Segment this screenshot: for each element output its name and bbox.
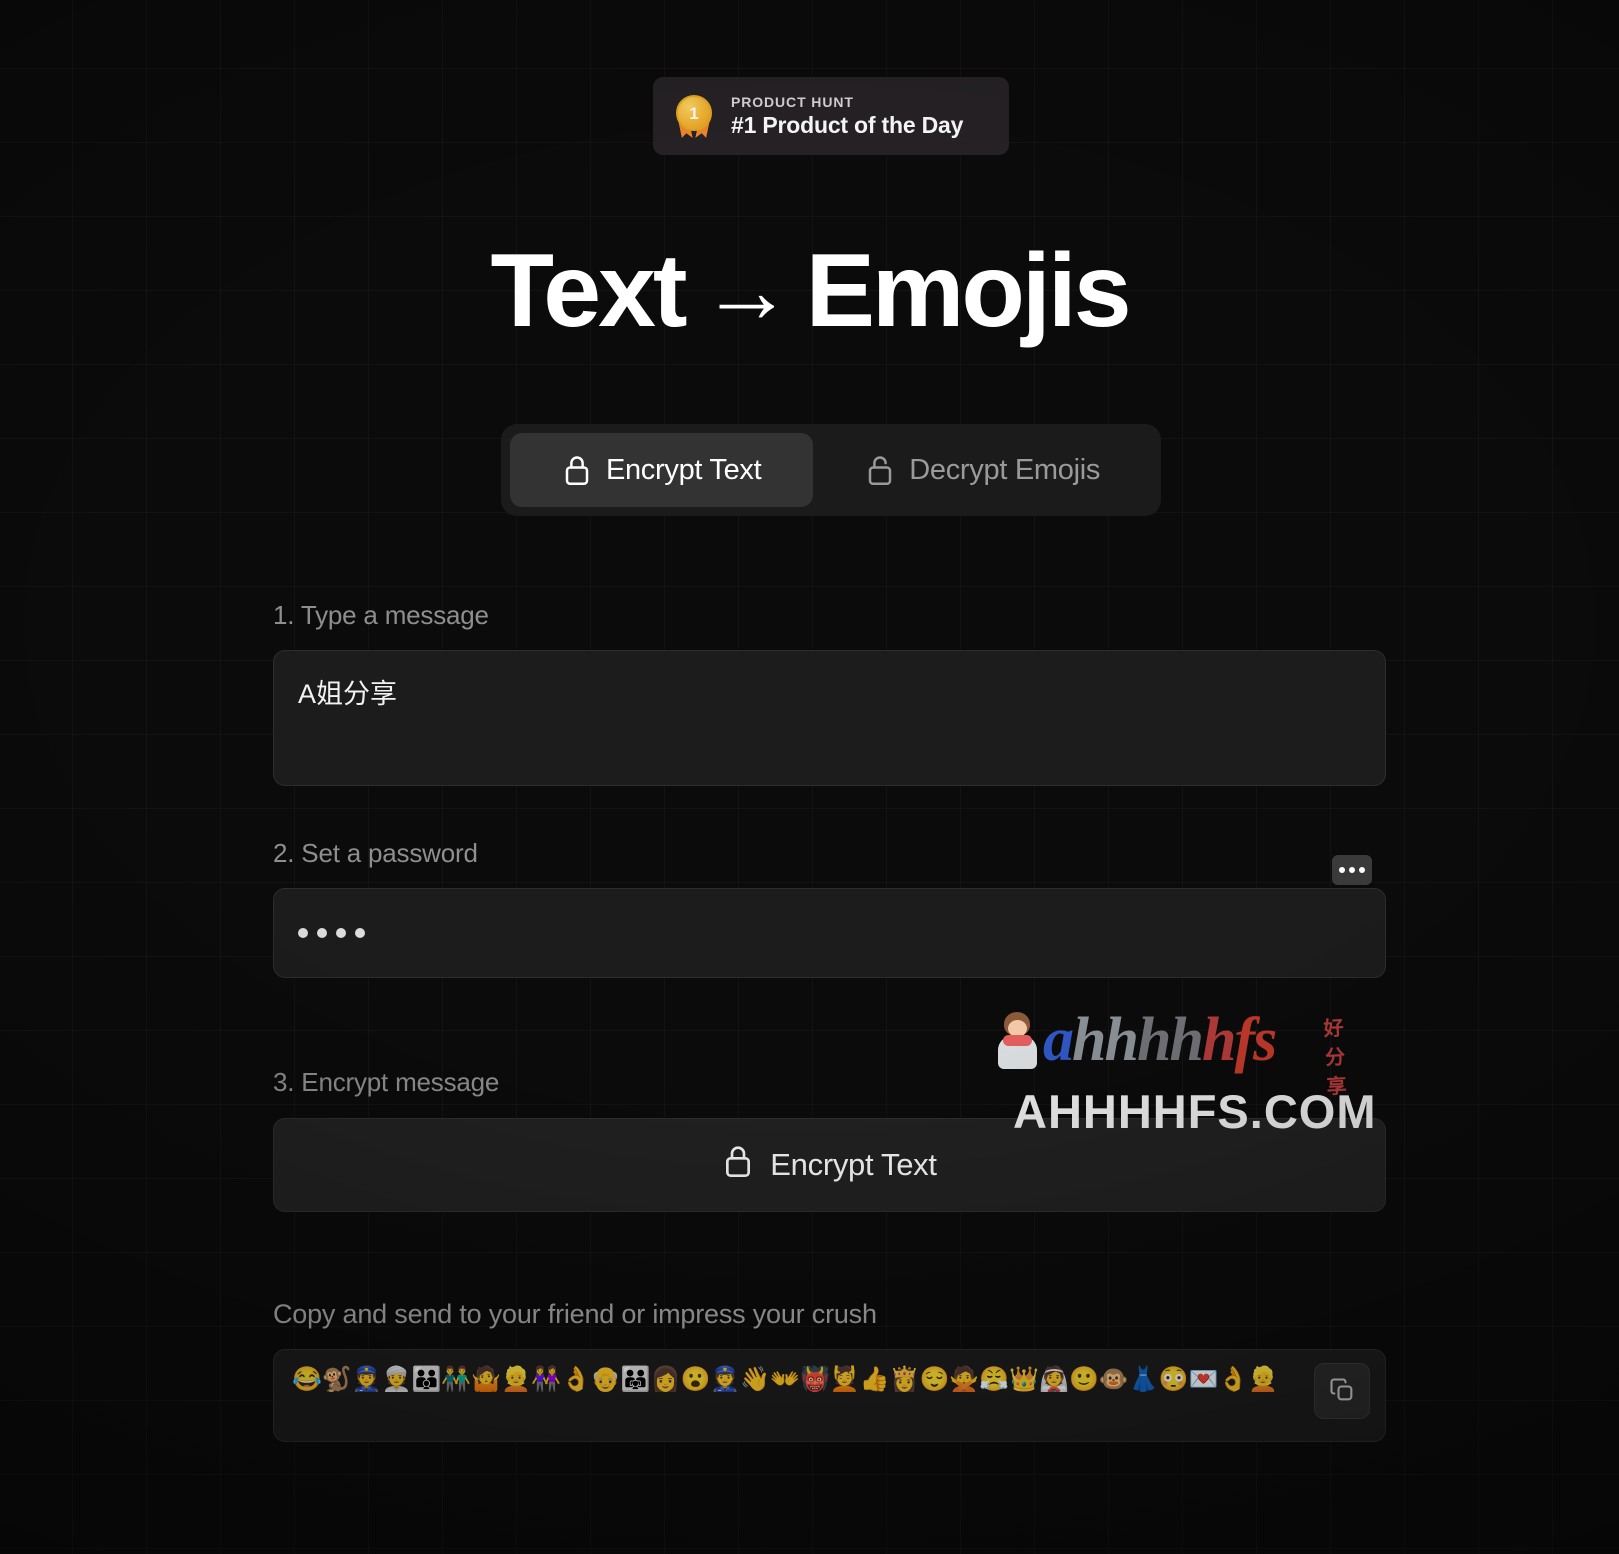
product-hunt-kicker: PRODUCT HUNT <box>731 93 854 110</box>
product-hunt-title: #1 Product of the Day <box>731 111 964 138</box>
medal-icon: 1 <box>673 95 715 137</box>
show-password-dots-icon[interactable] <box>1332 855 1372 885</box>
password-dot <box>317 928 327 938</box>
page-title: Text → Emojis <box>0 234 1619 348</box>
password-input[interactable] <box>273 888 1386 978</box>
toggle-dot <box>1349 867 1355 873</box>
toggle-dot <box>1339 867 1345 873</box>
encrypt-form: 1. Type a message 2. Set a password <box>273 600 1386 1442</box>
emoji-output[interactable]: 😂🐒👮👳👪👬🤷👱👭👌👴👨‍👨‍👧👩😮👮👋👐👹💆👍👸😌🙅😤👑👰🙂🐵👗😳💌👌👱 <box>273 1349 1386 1442</box>
page-root: 1 PRODUCT HUNT #1 Product of the Day Tex… <box>0 0 1619 1554</box>
password-dot <box>355 928 365 938</box>
mode-tabs: Encrypt Text Decrypt Emojis <box>501 424 1161 516</box>
copy-icon <box>1328 1376 1356 1407</box>
tab-encrypt-text-label: Encrypt Text <box>605 453 762 486</box>
page-title-left: Text <box>490 233 687 349</box>
message-input[interactable] <box>273 650 1386 786</box>
lock-closed-icon <box>562 453 592 487</box>
password-masked-value <box>298 928 365 938</box>
lock-closed-icon <box>722 1143 754 1187</box>
output-label: Copy and send to your friend or impress … <box>273 1299 877 1329</box>
product-hunt-badge[interactable]: 1 PRODUCT HUNT #1 Product of the Day <box>653 77 1009 155</box>
tab-decrypt-emojis[interactable]: Decrypt Emojis <box>813 433 1152 507</box>
password-dot <box>298 928 308 938</box>
encrypt-step-label: 3. Encrypt message <box>273 1067 500 1097</box>
arrow-right-icon: → <box>700 240 793 342</box>
message-label: 1. Type a message <box>273 600 489 630</box>
password-dot <box>336 928 346 938</box>
lock-open-icon <box>865 453 895 487</box>
output-wrap: 😂🐒👮👳👪👬🤷👱👭👌👴👨‍👨‍👧👩😮👮👋👐👹💆👍👸😌🙅😤👑👰🙂🐵👗😳💌👌👱 <box>273 1349 1386 1442</box>
toggle-dot <box>1359 867 1365 873</box>
tab-encrypt-text[interactable]: Encrypt Text <box>510 433 814 507</box>
medal-rank-label: 1 <box>676 95 712 131</box>
page-title-right: Emojis <box>805 233 1132 349</box>
encrypt-button[interactable]: Encrypt Text <box>273 1118 1386 1212</box>
password-field-wrap: 2. Set a password <box>273 838 1386 978</box>
encrypt-button-label: Encrypt Text <box>770 1147 937 1182</box>
product-hunt-badge-text: PRODUCT HUNT #1 Product of the Day <box>731 94 963 139</box>
password-label: 2. Set a password <box>273 838 478 868</box>
tab-decrypt-emojis-label: Decrypt Emojis <box>909 453 1101 486</box>
copy-button[interactable] <box>1314 1363 1370 1419</box>
